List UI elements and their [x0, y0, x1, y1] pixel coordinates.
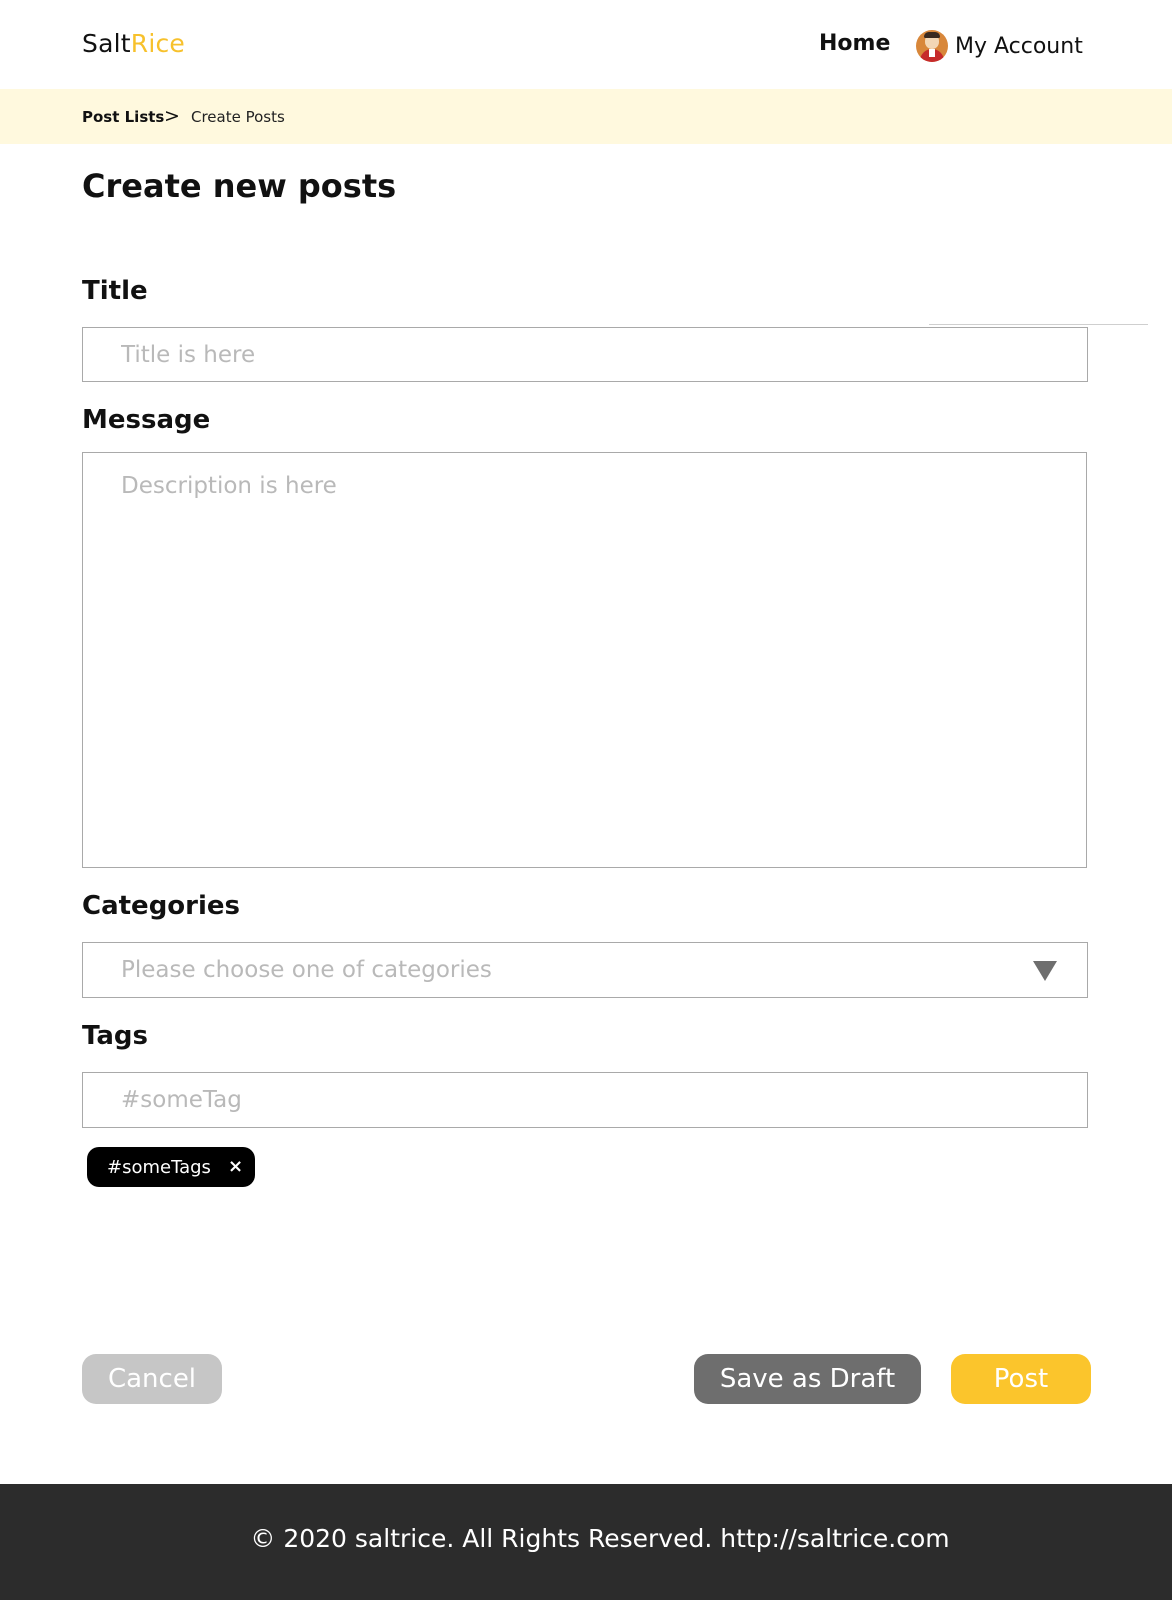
breadcrumb: Post Lists > Create Posts — [0, 89, 1172, 144]
site-logo[interactable]: SaltRice — [82, 29, 185, 58]
tags-input[interactable] — [82, 1072, 1088, 1128]
title-label: Title — [82, 276, 148, 306]
logo-text-rice: Rice — [130, 29, 185, 58]
message-textarea[interactable] — [82, 452, 1087, 868]
divider — [929, 324, 1148, 325]
footer-copyright: © 2020 saltrice. All Rights Reserved. ht… — [250, 1524, 950, 1553]
my-account-link[interactable]: My Account — [916, 28, 1083, 64]
nav-home-link[interactable]: Home — [819, 31, 890, 56]
tag-chip: #someTags × — [87, 1147, 255, 1187]
breadcrumb-current: Create Posts — [191, 108, 285, 126]
post-button[interactable]: Post — [951, 1354, 1091, 1404]
categories-placeholder: Please choose one of categories — [121, 957, 492, 983]
dropdown-triangle-icon — [1033, 961, 1057, 981]
site-header: SaltRice Home My Account — [0, 0, 1172, 89]
categories-label: Categories — [82, 891, 241, 921]
tags-label: Tags — [82, 1021, 149, 1051]
close-icon[interactable]: × — [228, 1156, 243, 1177]
save-draft-button[interactable]: Save as Draft — [694, 1354, 921, 1404]
tag-chip-label: #someTags — [107, 1156, 211, 1178]
cancel-button[interactable]: Cancel — [82, 1354, 222, 1404]
avatar — [916, 30, 948, 62]
my-account-label: My Account — [955, 33, 1083, 59]
avatar-hair-shape — [924, 32, 940, 38]
categories-select[interactable]: Please choose one of categories — [82, 942, 1088, 998]
title-input[interactable] — [82, 327, 1088, 382]
message-label: Message — [82, 405, 211, 435]
page-title: Create new posts — [82, 167, 397, 205]
breadcrumb-post-lists[interactable]: Post Lists — [82, 108, 164, 126]
logo-text-salt: Salt — [82, 29, 131, 58]
avatar-collar-shape — [929, 49, 935, 57]
chevron-right-icon: > — [164, 105, 180, 127]
site-footer: © 2020 saltrice. All Rights Reserved. ht… — [0, 1484, 1172, 1600]
